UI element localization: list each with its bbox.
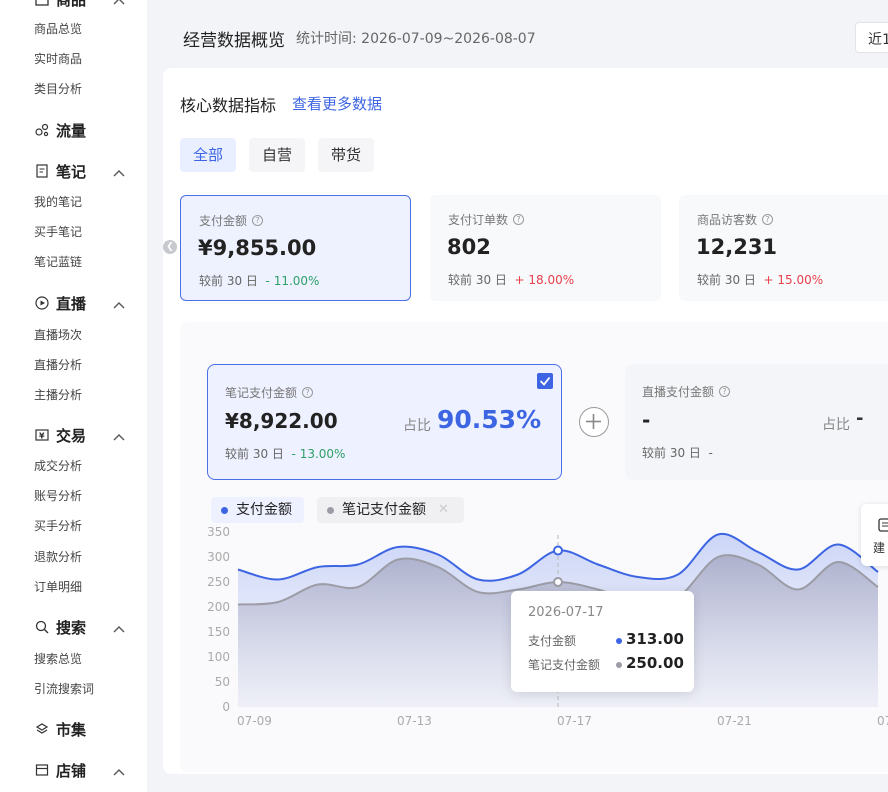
y-tick-label: 50 <box>215 675 230 689</box>
side-tool-label: 建 <box>873 541 886 555</box>
y-tick-label: 350 <box>207 525 230 539</box>
note-icon <box>878 517 888 536</box>
x-tick-label: 07-13 <box>397 714 432 728</box>
y-tick-label: 150 <box>207 625 230 639</box>
y-tick-label: 100 <box>207 650 230 664</box>
y-tick-label: 0 <box>222 700 230 714</box>
tooltip-label: 支付金额 <box>528 634 577 648</box>
side-tool-button[interactable]: 建 <box>861 504 888 566</box>
x-tick-label: 07-2 <box>877 714 888 728</box>
tooltip-value: 313.00 <box>626 630 684 648</box>
tooltip-label: 笔记支付金额 <box>528 658 601 672</box>
tooltip-value: 250.00 <box>626 654 684 672</box>
tooltip-row-pay: 支付金额 313.00 <box>528 630 688 649</box>
trend-chart: 350 300 250 200 150 100 50 0 07-09 07-13 07-17 07-… <box>207 525 888 728</box>
tooltip-date: 2026-07-17 <box>528 605 604 620</box>
x-tick-label: 07-09 <box>237 714 272 728</box>
tooltip-dot <box>616 638 622 644</box>
x-tick-label: 07-21 <box>717 714 752 728</box>
hover-point-pay-amount <box>553 545 563 556</box>
y-tick-label: 200 <box>207 600 230 614</box>
y-tick-label: 300 <box>207 550 230 564</box>
tooltip-row-note-pay: 笔记支付金额 250.00 <box>528 654 688 673</box>
x-tick-label: 07-17 <box>557 714 592 728</box>
y-tick-label: 250 <box>207 575 230 589</box>
chart-tooltip: 2026-07-17 支付金额 313.00 笔记支付金额 250.00 <box>511 591 694 692</box>
hover-point-note-pay-amount <box>553 577 563 587</box>
tooltip-dot <box>616 662 622 668</box>
